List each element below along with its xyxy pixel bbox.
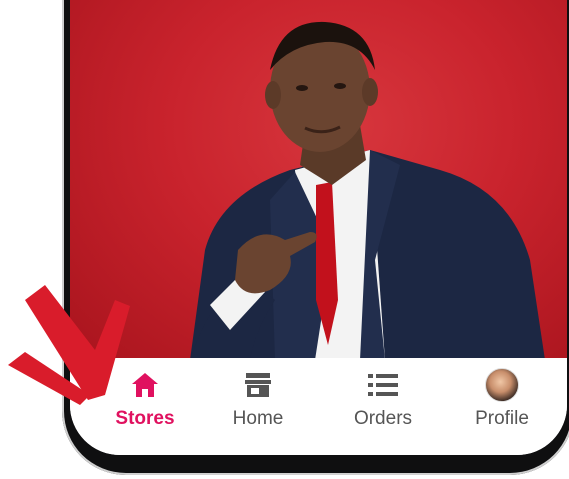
- store-icon: [241, 368, 275, 402]
- nav-item-orders[interactable]: Orders: [328, 368, 438, 438]
- nav-label-profile: Profile: [475, 408, 529, 429]
- list-icon: [366, 368, 400, 402]
- nav-item-profile[interactable]: Profile: [447, 368, 557, 438]
- home-icon: [128, 368, 162, 402]
- man-pointing-illustration: [190, 21, 545, 360]
- avatar: [485, 368, 519, 402]
- app-screen: Stores Home Orders Profile: [70, 0, 567, 455]
- nav-label-home: Home: [232, 408, 284, 429]
- nav-label-orders: Orders: [353, 408, 413, 429]
- nav-label-stores: Stores: [115, 408, 175, 429]
- nav-item-home[interactable]: Home: [203, 368, 313, 438]
- bottom-navigation: Stores Home Orders Profile: [70, 358, 567, 455]
- hero-photo: [70, 0, 567, 360]
- nav-item-stores[interactable]: Stores: [90, 368, 200, 438]
